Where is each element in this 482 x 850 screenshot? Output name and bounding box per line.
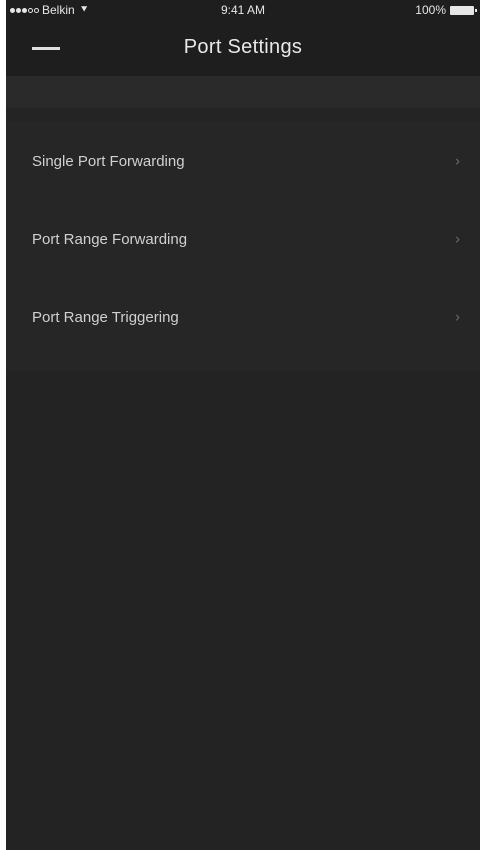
menu-item-port-range-forwarding[interactable]: Port Range Forwarding ›	[6, 200, 480, 278]
battery-icon	[450, 5, 477, 15]
battery-percent: 100%	[415, 3, 446, 17]
menu-item-label: Single Port Forwarding	[32, 152, 185, 170]
chevron-right-icon: ›	[455, 230, 460, 248]
chevron-right-icon: ›	[455, 152, 460, 170]
menu-item-single-port-forwarding[interactable]: Single Port Forwarding ›	[6, 122, 480, 200]
section-spacer	[6, 76, 480, 108]
phone-screen: Belkin ⯆ 9:41 AM 100% Port Settings Sing…	[6, 0, 480, 850]
status-time: 9:41 AM	[220, 3, 266, 17]
menu-item-label: Port Range Triggering	[32, 308, 179, 326]
chevron-right-icon: ›	[455, 308, 460, 326]
empty-content-area	[6, 370, 480, 850]
menu-item-port-range-triggering[interactable]: Port Range Triggering ›	[6, 278, 480, 356]
settings-menu-list: Single Port Forwarding › Port Range Forw…	[6, 122, 480, 370]
status-right: 100%	[415, 3, 477, 17]
nav-bar: Port Settings	[6, 20, 480, 76]
page-title: Port Settings	[183, 36, 303, 58]
menu-item-label: Port Range Forwarding	[32, 230, 188, 248]
status-bar: Belkin ⯆ 9:41 AM 100%	[6, 0, 480, 20]
